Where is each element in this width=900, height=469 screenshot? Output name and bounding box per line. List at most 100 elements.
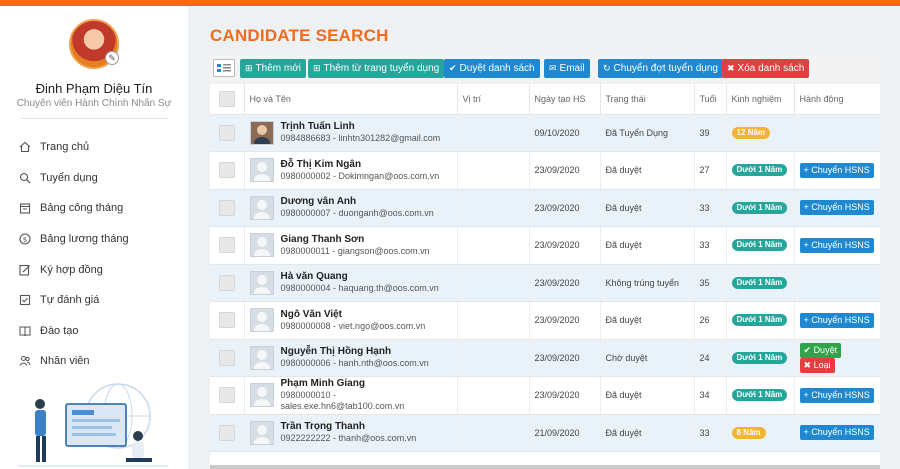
sidebar-item-7[interactable]: Nhân viên bbox=[18, 346, 183, 377]
row-checkbox[interactable] bbox=[219, 237, 235, 254]
book-icon bbox=[18, 324, 32, 338]
header-experience[interactable]: Kinh nghiệm bbox=[726, 84, 795, 115]
candidate-name[interactable]: Dương vân Anh bbox=[281, 196, 434, 208]
transfer-button[interactable]: + Chuyển HSNS bbox=[799, 312, 874, 328]
select-cell bbox=[210, 151, 245, 190]
actions-cell: + Chuyển HSNS bbox=[794, 376, 880, 415]
row-checkbox[interactable] bbox=[219, 162, 235, 179]
candidate-name[interactable]: Giang Thanh Sơn bbox=[281, 234, 430, 246]
add-button-label: Thêm mới bbox=[255, 63, 301, 74]
header-position[interactable]: Vị trí bbox=[457, 84, 530, 115]
sidebar-item-2[interactable]: Bảng công tháng bbox=[18, 193, 183, 224]
candidate-cell: Dương vân Anh 0980000007 - duonganh@oos.c… bbox=[244, 189, 458, 227]
row-checkbox[interactable] bbox=[219, 312, 235, 329]
created-date: 23/09/2020 bbox=[529, 226, 601, 265]
table-row[interactable]: Giang Thanh Sơn 0980000011 - giangson@oos… bbox=[210, 226, 880, 265]
candidate-photo bbox=[249, 383, 274, 408]
position-cell bbox=[457, 114, 530, 152]
table-row[interactable]: Trần Trọng Thanh 0922222222 - thanh@oos.c… bbox=[210, 414, 880, 452]
select-cell bbox=[210, 414, 245, 452]
age-cell: 26 bbox=[694, 301, 727, 340]
transfer-button[interactable]: + Chuyển HSNS bbox=[799, 200, 874, 216]
age-cell: 24 bbox=[694, 339, 727, 377]
position-cell bbox=[457, 414, 530, 452]
row-checkbox[interactable] bbox=[219, 349, 235, 366]
experience-cell: Dưới 1 Năm bbox=[726, 301, 795, 340]
calendar-icon bbox=[18, 201, 32, 215]
sidebar-item-label: Đào tạo bbox=[40, 324, 79, 337]
transfer-button[interactable]: + Chuyển HSNS bbox=[799, 237, 874, 253]
sidebar-item-label: Ký hợp đồng bbox=[40, 263, 103, 276]
avatar[interactable]: ✎ bbox=[69, 19, 119, 69]
table-header: Họ và Tên Vị trí Ngày tạo HS Trạng thái … bbox=[210, 84, 880, 115]
candidate-name[interactable]: Trịnh Tuấn Linh bbox=[281, 121, 441, 133]
delete-list-button[interactable]: ✖ Xóa danh sách bbox=[722, 59, 810, 78]
approve-list-label: Duyệt danh sách bbox=[459, 63, 535, 74]
approve-button[interactable]: ✔ Duyệt bbox=[799, 342, 842, 358]
reject-label: Loại bbox=[813, 359, 831, 370]
select-all-cell bbox=[210, 84, 245, 115]
experience-badge: Dưới 1 Năm bbox=[731, 239, 788, 252]
row-checkbox[interactable] bbox=[219, 199, 235, 216]
approve-list-button[interactable]: ✔ Duyệt danh sách bbox=[444, 59, 540, 78]
search-icon bbox=[18, 171, 32, 185]
table-row[interactable]: Dương vân Anh 0980000007 - duonganh@oos.c… bbox=[210, 189, 880, 227]
candidate-name[interactable]: Trần Trọng Thanh bbox=[281, 421, 417, 433]
header-name[interactable]: Họ và Tên bbox=[244, 84, 458, 115]
add-button[interactable]: ⊞ Thêm mới bbox=[240, 59, 306, 78]
candidate-table: Họ và Tên Vị trí Ngày tạo HS Trạng thái … bbox=[210, 84, 880, 469]
row-checkbox[interactable] bbox=[219, 124, 235, 141]
created-date: 23/09/2020 bbox=[529, 301, 601, 340]
transfer-button[interactable]: + Chuyển HSNS bbox=[799, 387, 874, 403]
email-button[interactable]: ✉ Email bbox=[544, 59, 590, 78]
transfer-button[interactable]: + Chuyển HSNS bbox=[799, 425, 874, 441]
status-cell: Đã duyệt bbox=[600, 301, 695, 340]
status-cell: Đã duyệt bbox=[600, 414, 695, 452]
select-all-checkbox[interactable] bbox=[219, 90, 235, 107]
sidebar-item-4[interactable]: Ký hợp đồng bbox=[18, 254, 183, 285]
sidebar-item-3[interactable]: $ Bảng lương tháng bbox=[18, 224, 183, 255]
header-status[interactable]: Trạng thái bbox=[600, 84, 695, 115]
experience-badge: Dưới 1 Năm bbox=[731, 389, 788, 402]
candidate-name[interactable]: Ngô Văn Việt bbox=[281, 309, 426, 321]
horizontal-scrollbar[interactable] bbox=[210, 465, 880, 469]
header-created-date[interactable]: Ngày tạo HS bbox=[529, 84, 601, 115]
row-checkbox[interactable] bbox=[219, 424, 235, 441]
move-round-button[interactable]: ↻ Chuyển đợt tuyển dụng bbox=[598, 59, 723, 78]
candidate-photo bbox=[249, 270, 274, 295]
sidebar-item-5[interactable]: Tự đánh giá bbox=[18, 285, 183, 316]
reject-button[interactable]: ✖ Loại bbox=[799, 357, 835, 373]
view-toggle-icon[interactable] bbox=[213, 59, 235, 77]
position-cell bbox=[457, 376, 530, 415]
table-row[interactable]: Nguyễn Thị Hồng Hạnh 0980000006 - hanh.nt… bbox=[210, 339, 880, 377]
candidate-photo bbox=[249, 233, 274, 258]
table-row[interactable]: Trịnh Tuấn Linh 0984886683 - linhtn301282… bbox=[210, 114, 880, 152]
table-row[interactable]: Phạm Minh Giang 0980000010 - sales.exe.hn6… bbox=[210, 376, 880, 415]
table-row[interactable]: Hà văn Quang 0980000004 - haquang.th@oos.… bbox=[210, 264, 880, 302]
candidate-name[interactable]: Nguyễn Thị Hồng Hạnh bbox=[281, 346, 429, 358]
sidebar-item-1[interactable]: Tuyển dụng bbox=[18, 163, 183, 194]
row-checkbox[interactable] bbox=[219, 274, 235, 291]
add-from-page-button[interactable]: ⊞ Thêm từ trang tuyển dụng bbox=[308, 59, 445, 78]
candidate-contact: 0922222222 - thanh@oos.com.vn bbox=[280, 433, 417, 444]
candidate-photo bbox=[249, 120, 274, 145]
row-checkbox[interactable] bbox=[219, 387, 235, 404]
people-icon bbox=[18, 354, 32, 368]
candidate-name[interactable]: Hà văn Quang bbox=[281, 271, 439, 283]
header-actions: Hành động bbox=[794, 84, 880, 115]
candidate-name[interactable]: Đỗ Thị Kim Ngân bbox=[281, 159, 440, 171]
sidebar-item-6[interactable]: Đào tạo bbox=[18, 316, 183, 347]
sidebar-item-0[interactable]: Trang chủ bbox=[18, 132, 183, 163]
edit-avatar-icon[interactable]: ✎ bbox=[105, 51, 119, 65]
table-row[interactable]: Đỗ Thị Kim Ngân 0980000002 - Dokimngan@oo… bbox=[210, 151, 880, 190]
header-age[interactable]: Tuổi bbox=[694, 84, 727, 115]
candidate-contact: 0980000004 - haquang.th@oos.com.vn bbox=[280, 283, 439, 294]
sidebar: ✎ Đinh Phạm Diệu Tín Chuyên viên Hành Ch… bbox=[0, 6, 188, 469]
transfer-button[interactable]: + Chuyển HSNS bbox=[799, 162, 874, 178]
check-icon: ✔ bbox=[449, 63, 457, 73]
candidate-cell: Đỗ Thị Kim Ngân 0980000002 - Dokimngan@oo… bbox=[244, 151, 458, 190]
experience-cell: Dưới 1 Năm bbox=[726, 189, 795, 227]
candidate-name[interactable]: Phạm Minh Giang bbox=[281, 378, 405, 390]
table-row[interactable]: Ngô Văn Việt 0980000008 - viet.ngo@oos.co… bbox=[210, 301, 880, 340]
select-cell bbox=[210, 264, 245, 302]
